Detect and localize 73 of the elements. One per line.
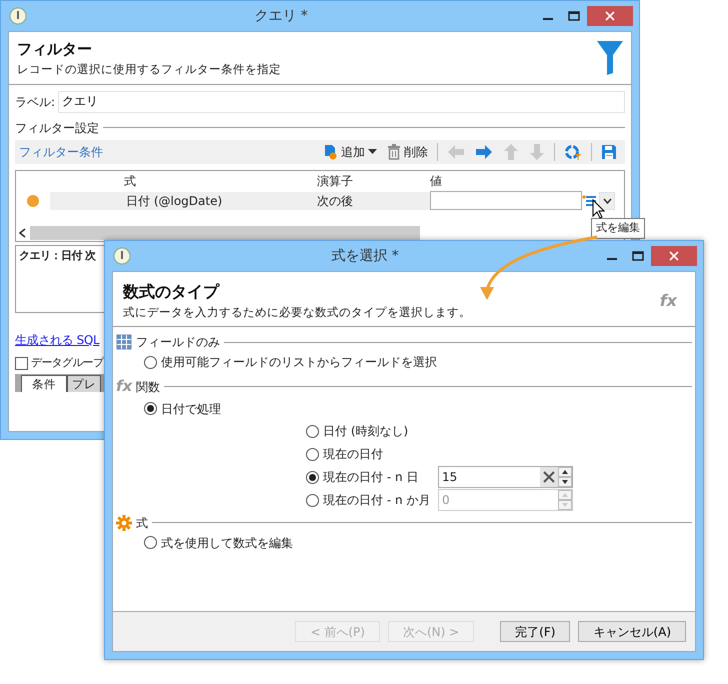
up-arrow-icon [503,142,519,161]
column-header: 演算子 [316,172,354,190]
add-button[interactable]: 追加 [318,140,381,163]
panel-subtitle: レコードの選択に使用するフィルター条件を指定 [17,60,282,78]
maximize-icon [568,11,580,21]
option-label: 日付で処理 [161,400,221,418]
field-label: ラベル: [15,94,56,111]
checkbox-label: データグループ [31,354,104,371]
left-arrow-icon [447,144,465,160]
option-label: 使用可能フィールドのリストからフィールドを選択 [161,354,437,372]
right-arrow-icon [475,144,493,160]
close-button[interactable] [651,246,697,266]
checkbox[interactable] [15,356,28,370]
option-label: 現在の日付 - n か月 [323,492,430,510]
close-button[interactable] [587,6,633,26]
grid-icon [116,334,132,350]
option-label: 式を使用して数式を編集 [161,534,293,552]
radio-button[interactable] [144,536,157,550]
trash-icon [387,144,401,160]
document-add-icon [322,144,338,160]
caret-icon [368,148,377,155]
section-title: フィールドのみ [136,334,220,352]
down-arrow-icon [529,142,545,161]
maximize-icon [632,251,644,261]
sql-link[interactable]: 生成される SQL [15,330,100,349]
gear-icon [116,514,132,531]
radio-button[interactable] [306,424,319,438]
clear-button[interactable] [540,467,558,488]
app-icon [9,7,27,25]
radio-button[interactable] [306,494,319,507]
panel-title: 数式のタイプ [123,281,221,303]
option-label: 日付 (時刻なし) [323,423,408,440]
dialog-button[interactable]: 完了(F) [500,621,570,642]
dropdown-button[interactable] [599,192,615,210]
chevron-down-icon [602,198,612,204]
tab[interactable]: プレ [67,375,101,392]
option-label: 現在の日付 [323,446,383,464]
fx-icon: fx [660,288,677,313]
table-cell: 日付 (@logDate) [50,192,276,210]
window-title: クエリ * [253,6,309,26]
close-icon [605,11,615,21]
radio-button[interactable] [306,448,319,461]
panel-title: フィルター [17,39,93,60]
value-field[interactable] [430,191,582,210]
column-header: 式 [123,172,137,190]
close-icon [669,251,679,261]
spinner-arrows-icon[interactable] [558,467,572,488]
section-title: フィルター設定 [15,120,99,137]
option-label: 現在の日付 - n 日 [323,469,418,486]
funnel-icon [597,40,623,75]
mouse-pointer-icon [592,198,606,219]
minimize-icon [543,18,553,20]
refresh-icon [564,142,582,161]
dialog-button[interactable]: キャンセル(A) [578,621,686,642]
minimize-icon [607,258,617,260]
label-field[interactable]: クエリ [58,90,625,113]
toolbar-title: フィルター条件 [19,144,104,161]
table-cell: 次の後 [276,192,430,210]
app-icon [113,247,131,265]
scrollbar-thumb[interactable] [30,226,420,240]
section-title: 式 [136,514,148,532]
fx-icon: fx [116,375,132,398]
radio-button[interactable] [144,356,157,369]
window-title: 式を選択 * [330,246,400,266]
delete-button[interactable]: 削除 [383,140,432,163]
radio-button[interactable] [306,470,319,484]
radio-button[interactable] [144,402,157,416]
column-header: 値 [430,172,442,190]
section-title: 関数 [136,378,160,396]
number-field[interactable]: 15 [438,466,573,488]
save-icon [601,144,617,160]
tooltip: 式を編集 [591,218,645,238]
tab[interactable]: 条件 [21,375,67,392]
